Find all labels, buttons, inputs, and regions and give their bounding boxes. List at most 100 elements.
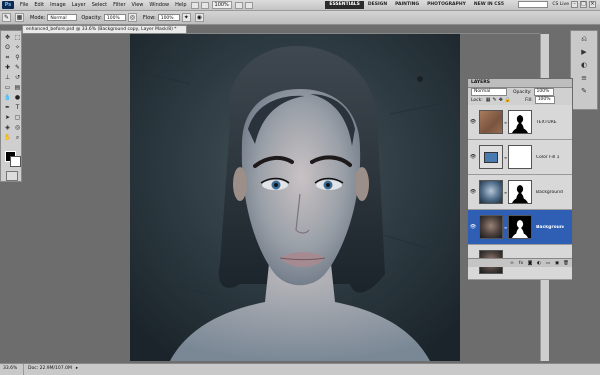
- layer-row[interactable]: 👁 ∞ TEXTURE: [468, 105, 572, 140]
- actions-panel-icon[interactable]: ▶: [579, 47, 589, 57]
- hand-tool-icon[interactable]: ✋: [3, 133, 12, 142]
- quick-mask-button[interactable]: [6, 171, 18, 181]
- status-zoom[interactable]: 33.6%: [0, 364, 24, 375]
- layers-blend-row: Normal Opacity: 100%: [468, 88, 572, 96]
- status-bar: 33.6% Doc: 22.9M/107.0M ▸: [0, 363, 600, 375]
- crop-tool-icon[interactable]: ⌗: [3, 53, 12, 62]
- layer-name: Color Fill 1: [536, 154, 560, 160]
- path-select-tool-icon[interactable]: ➤: [3, 113, 12, 122]
- flow-field[interactable]: 100%: [157, 14, 180, 21]
- pressure-opacity-icon[interactable]: ◎: [127, 13, 137, 22]
- opacity-field[interactable]: 100%: [103, 14, 126, 21]
- layer-row[interactable]: 👁 ∞ Background copy: [468, 175, 572, 210]
- mini-bridge-button[interactable]: [200, 1, 209, 9]
- panel-dock: ⎌ ▶ ◐ ≡ ✎: [570, 30, 598, 110]
- arrange-documents-button[interactable]: [244, 1, 253, 9]
- zoom-level-select[interactable]: 100%: [211, 1, 232, 9]
- menu-filter[interactable]: Filter: [110, 0, 128, 10]
- layer-mask-thumbnail: [508, 110, 532, 134]
- brush-panel-icon[interactable]: ▦: [15, 13, 24, 22]
- eraser-tool-icon[interactable]: ▭: [3, 83, 12, 92]
- layer-row-selected[interactable]: 👁 ∞ Background co...: [468, 210, 572, 245]
- pressure-size-icon[interactable]: ◉: [194, 13, 204, 22]
- lock-position-icon[interactable]: ✥: [499, 97, 503, 103]
- gradient-tool-icon[interactable]: ▤: [13, 83, 22, 92]
- paths-panel-icon[interactable]: ✎: [579, 86, 589, 96]
- fill-label: Fill:: [525, 97, 533, 103]
- trash-icon[interactable]: 🗑: [563, 261, 569, 266]
- lock-all-icon[interactable]: 🔒: [505, 97, 511, 103]
- hand-tool-button[interactable]: [234, 1, 243, 9]
- layer-thumbnail: [479, 110, 503, 134]
- menu-select[interactable]: Select: [89, 0, 110, 10]
- eye-icon[interactable]: 👁: [469, 119, 477, 125]
- lock-transparency-icon[interactable]: ▦: [486, 97, 491, 103]
- 3d-orbit-tool-icon[interactable]: ◎: [13, 123, 22, 132]
- blur-tool-icon[interactable]: 💧: [3, 93, 12, 102]
- type-tool-icon[interactable]: T: [13, 103, 22, 112]
- lock-pixels-icon[interactable]: ✎: [493, 97, 497, 103]
- eye-icon[interactable]: 👁: [469, 189, 477, 195]
- layer-thumbnail: [479, 145, 503, 169]
- menu-layer[interactable]: Layer: [69, 0, 89, 10]
- pen-tool-icon[interactable]: ✒: [3, 103, 12, 112]
- add-mask-icon[interactable]: ◙: [527, 261, 533, 266]
- history-brush-tool-icon[interactable]: ↺: [13, 73, 22, 82]
- menu-view[interactable]: View: [129, 0, 147, 10]
- marquee-tool-icon[interactable]: ⬚: [13, 33, 22, 42]
- workspace-essentials[interactable]: ESSENTIALS: [325, 1, 364, 9]
- shape-tool-icon[interactable]: ▢: [13, 113, 22, 122]
- airbrush-icon[interactable]: ✦: [181, 13, 191, 22]
- clone-stamp-tool-icon[interactable]: ⊥: [3, 73, 12, 82]
- menu-edit[interactable]: Edit: [31, 0, 47, 10]
- layer-opacity-field[interactable]: 100%: [533, 88, 554, 96]
- layers-lock-row: Lock: ▦ ✎ ✥ 🔒 Fill: 100%: [468, 96, 572, 104]
- workspace-new-in-cs5[interactable]: NEW IN CS5: [470, 1, 508, 9]
- eye-icon[interactable]: 👁: [469, 224, 477, 230]
- eyedropper-tool-icon[interactable]: ⚲: [13, 53, 22, 62]
- cs-live-button[interactable]: CS Live: [552, 2, 569, 7]
- brush-tool-icon[interactable]: ✎: [13, 63, 22, 72]
- dodge-tool-icon[interactable]: ●: [13, 93, 22, 102]
- blend-mode-select[interactable]: Normal: [471, 88, 507, 96]
- zoom-tool-icon[interactable]: ⌕: [13, 133, 22, 142]
- new-layer-icon[interactable]: ▣: [554, 261, 560, 266]
- layer-mask-thumbnail: [508, 215, 532, 239]
- adjustment-layer-icon[interactable]: ◐: [536, 261, 542, 266]
- lasso-tool-icon[interactable]: ʘ: [3, 43, 12, 52]
- channels-panel-icon[interactable]: ≡: [579, 73, 589, 83]
- layers-panel-title[interactable]: LAYERS: [468, 79, 572, 88]
- document-canvas[interactable]: [130, 34, 460, 361]
- mode-select[interactable]: Normal: [47, 14, 78, 21]
- link-layers-icon[interactable]: ∞: [509, 261, 515, 266]
- workspace-design[interactable]: DESIGN: [364, 1, 391, 9]
- eye-icon[interactable]: 👁: [469, 154, 477, 160]
- new-group-icon[interactable]: ▭: [545, 261, 551, 266]
- opacity-label: Opacity:: [81, 14, 102, 21]
- menu-image[interactable]: Image: [47, 0, 69, 10]
- layer-row[interactable]: 👁 ∞ Color Fill 1: [468, 140, 572, 175]
- status-menu-icon[interactable]: ▸: [76, 364, 78, 375]
- minimize-icon[interactable]: –: [571, 1, 578, 8]
- workspace-photography[interactable]: PHOTOGRAPHY: [423, 1, 470, 9]
- maximize-icon[interactable]: □: [580, 1, 587, 8]
- photoshop-window: Ps File Edit Image Layer Select Filter V…: [0, 0, 600, 375]
- quick-select-tool-icon[interactable]: ✧: [13, 43, 22, 52]
- menu-file[interactable]: File: [17, 0, 31, 10]
- menu-help[interactable]: Help: [172, 0, 189, 10]
- search-input[interactable]: [518, 1, 549, 8]
- menu-window[interactable]: Window: [146, 0, 172, 10]
- brush-preset-icon[interactable]: ✎: [2, 13, 11, 22]
- background-color-swatch[interactable]: [10, 156, 21, 167]
- bridge-button[interactable]: [190, 1, 199, 9]
- fill-field[interactable]: 100%: [534, 96, 555, 104]
- close-icon[interactable]: ×: [589, 1, 596, 8]
- 3d-rotate-tool-icon[interactable]: ◈: [3, 123, 12, 132]
- healing-brush-tool-icon[interactable]: ✚: [3, 63, 12, 72]
- fx-icon[interactable]: fx: [518, 261, 524, 266]
- adjustments-panel-icon[interactable]: ◐: [579, 60, 589, 70]
- workspace-painting[interactable]: PAINTING: [391, 1, 423, 9]
- history-panel-icon[interactable]: ⎌: [579, 34, 589, 44]
- layer-thumbnail: [479, 215, 503, 239]
- move-tool-icon[interactable]: ✥: [3, 33, 12, 42]
